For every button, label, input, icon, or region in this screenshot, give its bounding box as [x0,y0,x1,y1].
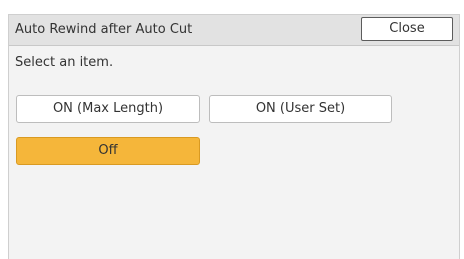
settings-dialog: Auto Rewind after Auto Cut Close Select … [8,14,460,259]
option-on-max-length-button[interactable]: ON (Max Length) [16,95,200,123]
option-on-user-set-button[interactable]: ON (User Set) [209,95,392,123]
option-off-button[interactable]: Off [16,137,200,165]
dialog-titlebar: Auto Rewind after Auto Cut Close [9,15,459,46]
close-button[interactable]: Close [361,17,453,41]
dialog-title: Auto Rewind after Auto Cut [15,22,193,37]
instruction-text: Select an item. [15,55,114,70]
